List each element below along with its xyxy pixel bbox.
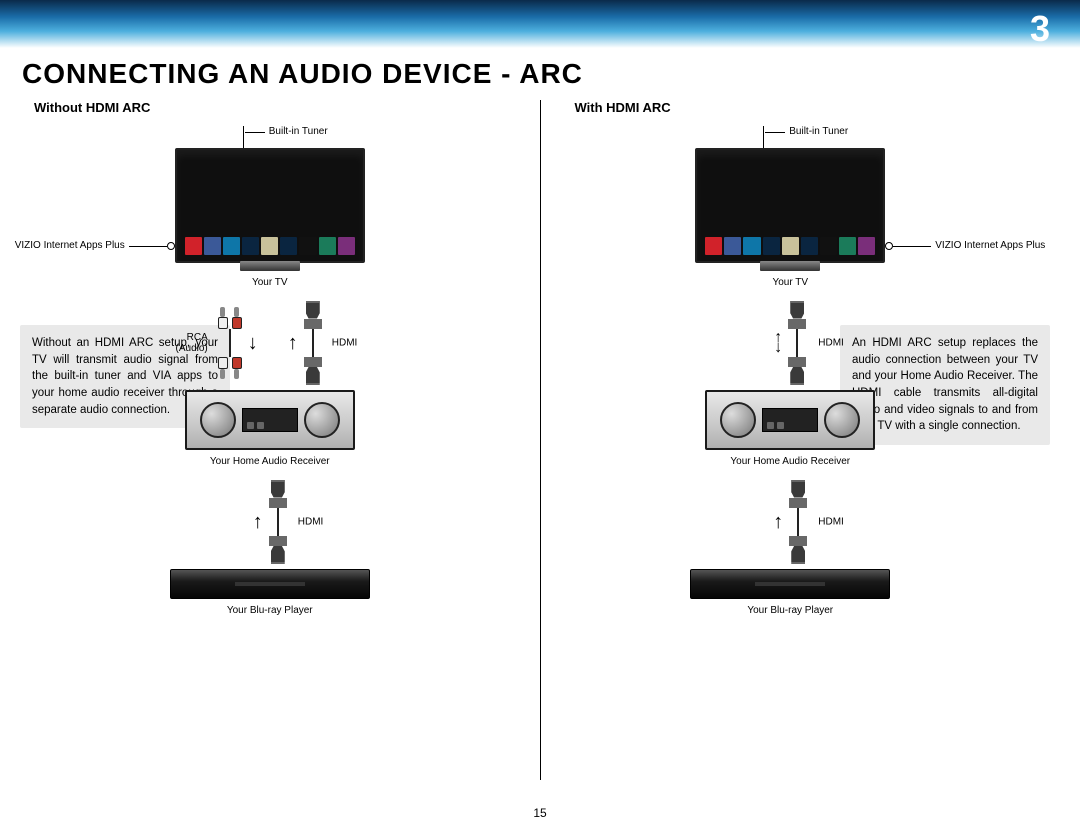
bluray-player-icon (170, 569, 370, 599)
right-tv-label: Your TV (772, 277, 808, 289)
hdmi-cable-icon (788, 301, 806, 385)
right-bluray-label: Your Blu-ray Player (747, 605, 833, 617)
page-title: CONNECTING AN AUDIO DEVICE - ARC (22, 58, 583, 90)
left-cables-tv-receiver: RCA (Audio) ↓ (218, 295, 322, 390)
arrow-up-icon: ↑ (253, 512, 263, 532)
tv-icon: VIZIO Internet Apps Plus (175, 148, 365, 271)
tv-apps-bar-icon (185, 237, 355, 255)
arrow-up-icon: ↑ (288, 333, 298, 353)
bluray-player-icon (690, 569, 890, 599)
page-footer-number: 15 (0, 806, 1080, 820)
left-tuner-label: Built-in Tuner (269, 126, 328, 138)
left-tv-label: Your TV (252, 277, 288, 289)
left-rca-label: RCA (Audio) (176, 332, 208, 354)
header-gradient (0, 0, 1080, 48)
tv-apps-bar-icon (705, 237, 875, 255)
pin-dot-icon (885, 242, 893, 250)
hdmi-cable-icon (269, 480, 287, 564)
pin-dot-icon (167, 242, 175, 250)
right-hdmi1-label: HDMI (818, 337, 844, 348)
right-cables-receiver-bluray: ↑ HDMI (773, 474, 807, 569)
av-receiver-icon (185, 390, 355, 450)
left-hdmi1-label: HDMI (332, 337, 358, 348)
right-receiver-label: Your Home Audio Receiver (730, 456, 850, 468)
hdmi-cable-icon (304, 301, 322, 385)
chapter-number: 3 (1030, 8, 1050, 50)
arrow-updown-icon: ↑↓ (774, 333, 782, 352)
arrow-up-icon: ↑ (773, 512, 783, 532)
right-cables-tv-receiver: ↑↓ HDMI (774, 295, 806, 390)
left-receiver-label: Your Home Audio Receiver (210, 456, 330, 468)
right-subheading: With HDMI ARC (575, 100, 1061, 115)
right-diagram-stack: Built-in Tuner VIZIO Internet Apps Plus (690, 130, 890, 623)
left-hdmi2-label: HDMI (298, 516, 324, 527)
column-without-arc: Without HDMI ARC Without an HDMI ARC set… (0, 100, 541, 780)
left-apps-label: VIZIO Internet Apps Plus (15, 240, 125, 252)
left-cables-receiver-bluray: ↑ HDMI (253, 474, 287, 569)
hdmi-cable-icon (789, 480, 807, 564)
left-bluray-label: Your Blu-ray Player (227, 605, 313, 617)
rca-cable-icon (218, 307, 242, 379)
right-tuner-label: Built-in Tuner (789, 126, 848, 138)
left-diagram-stack: Built-in Tuner VIZIO Internet Apps Plus (170, 130, 370, 623)
right-apps-label: VIZIO Internet Apps Plus (935, 240, 1045, 252)
two-column-layout: Without HDMI ARC Without an HDMI ARC set… (0, 100, 1080, 780)
arrow-down-icon: ↓ (248, 333, 258, 353)
left-subheading: Without HDMI ARC (34, 100, 520, 115)
right-hdmi2-label: HDMI (818, 516, 844, 527)
column-with-arc: With HDMI ARC An HDMI ARC setup replaces… (541, 100, 1080, 780)
tv-icon: VIZIO Internet Apps Plus (695, 148, 885, 271)
av-receiver-icon (705, 390, 875, 450)
